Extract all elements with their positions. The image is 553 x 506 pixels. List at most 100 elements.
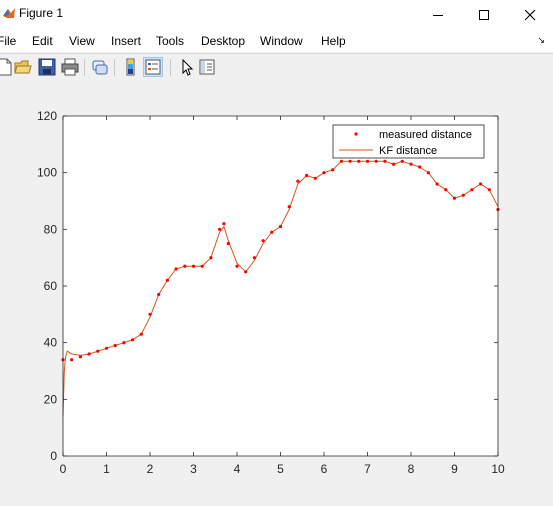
x-tick-label: 9 xyxy=(451,462,458,476)
measured-distance-point xyxy=(409,162,413,166)
link-icon[interactable] xyxy=(91,58,109,76)
measured-distance-point xyxy=(78,355,82,359)
measured-distance-point xyxy=(331,168,335,172)
measured-distance-point xyxy=(226,241,230,246)
measured-distance-point xyxy=(278,224,283,229)
open-file-icon[interactable] xyxy=(14,58,32,76)
close-button[interactable] xyxy=(507,0,553,30)
x-tick-label: 5 xyxy=(277,462,284,476)
menu-desktop[interactable]: Desktop xyxy=(201,34,245,48)
maximize-button[interactable] xyxy=(461,0,507,30)
measured-distance-point xyxy=(296,179,300,183)
measured-distance-point xyxy=(392,162,396,166)
x-tick-label: 2 xyxy=(147,462,154,476)
measured-distance-point xyxy=(252,256,256,260)
matlab-logo-icon xyxy=(3,8,15,18)
measured-distance-point xyxy=(426,171,430,175)
measured-distance-point xyxy=(139,332,143,336)
x-tick-label: 7 xyxy=(364,462,371,476)
y-tick-label: 0 xyxy=(50,449,57,463)
legend-marker-measured xyxy=(354,132,358,136)
menu-view[interactable]: View xyxy=(69,34,95,48)
measured-distance-point xyxy=(104,346,109,350)
pointer-icon[interactable] xyxy=(178,58,196,76)
measured-distance-point xyxy=(122,341,126,345)
y-tick-label: 60 xyxy=(44,279,58,293)
measured-distance-point xyxy=(479,182,483,186)
plot-area[interactable] xyxy=(63,116,498,456)
measured-distance-point xyxy=(452,196,457,200)
save-icon[interactable] xyxy=(38,58,56,76)
x-tick-label: 0 xyxy=(60,462,67,476)
menu-window[interactable]: Window xyxy=(260,34,303,48)
y-tick-label: 40 xyxy=(44,336,58,350)
measured-distance-point xyxy=(209,256,213,260)
legend-icon xyxy=(145,59,161,75)
measured-distance-point xyxy=(270,230,274,234)
x-tick-label: 1 xyxy=(103,462,110,476)
menu-tools[interactable]: Tools xyxy=(156,34,184,48)
maximize-icon xyxy=(478,9,489,20)
measured-distance-point xyxy=(200,264,204,268)
minimize-icon xyxy=(432,14,443,16)
measured-distance-point xyxy=(357,159,361,163)
measured-distance-point xyxy=(113,343,117,348)
print-icon[interactable] xyxy=(61,58,79,76)
measured-distance-point xyxy=(235,264,239,268)
measured-distance-point xyxy=(322,171,326,175)
measured-distance-point xyxy=(96,349,100,353)
menu-file[interactable]: File xyxy=(0,34,16,48)
measured-distance-point xyxy=(157,292,161,297)
property-editor-icon[interactable] xyxy=(198,58,216,76)
measured-distance-point xyxy=(444,188,448,192)
measured-distance-point xyxy=(244,270,248,274)
window-title: Figure 1 xyxy=(19,6,64,20)
new-figure-icon[interactable] xyxy=(0,58,14,76)
y-tick-label: 100 xyxy=(37,166,57,180)
x-tick-label: 6 xyxy=(321,462,328,476)
measured-distance-point xyxy=(348,159,352,163)
menu-bar: File Edit View Insert Tools Desktop Wind… xyxy=(0,30,553,52)
toolbar-separator xyxy=(114,59,115,76)
legend-button[interactable] xyxy=(143,57,163,77)
menu-insert[interactable]: Insert xyxy=(111,34,141,48)
menu-edit[interactable]: Edit xyxy=(32,34,53,48)
x-tick-label: 3 xyxy=(190,462,197,476)
measured-distance-point xyxy=(87,352,91,356)
measured-distance-point xyxy=(222,222,226,226)
minimize-button[interactable] xyxy=(415,0,461,30)
y-tick-label: 20 xyxy=(44,392,58,406)
measured-distance-point xyxy=(435,182,439,186)
toolbar-separator xyxy=(84,59,85,76)
colorbar-icon[interactable] xyxy=(122,58,140,76)
measured-distance-point xyxy=(365,159,370,163)
measured-distance-point xyxy=(374,159,378,163)
y-tick-label: 120 xyxy=(37,109,57,123)
toolbar-separator xyxy=(170,59,171,76)
x-tick-label: 10 xyxy=(491,462,505,476)
measured-distance-point xyxy=(183,264,187,268)
legend-label-kf: KF distance xyxy=(379,145,437,157)
chart[interactable]: 0 1 2 3 4 5 6 7 8 9 10020406080100120 measured dis… xyxy=(0,82,553,506)
measured-distance-point xyxy=(461,193,465,197)
x-tick-label: 8 xyxy=(408,462,415,476)
measured-distance-point xyxy=(400,159,404,163)
measured-distance-point xyxy=(191,264,196,268)
y-tick-label: 80 xyxy=(44,222,58,236)
measured-distance-point xyxy=(287,205,291,209)
measured-distance-point xyxy=(470,188,474,192)
measured-distance-point xyxy=(339,159,343,163)
measured-distance-point xyxy=(165,278,169,282)
measured-distance-point xyxy=(487,188,491,192)
dock-arrow-icon[interactable]: ↘ xyxy=(537,35,545,46)
close-icon xyxy=(524,9,535,20)
measured-distance-point xyxy=(174,267,178,271)
measured-distance-point xyxy=(383,159,387,163)
menu-help[interactable]: Help xyxy=(321,34,346,48)
figure-toolbar xyxy=(0,53,553,83)
measured-distance-point xyxy=(305,173,309,178)
figure-canvas: 0 1 2 3 4 5 6 7 8 9 10 0 20 40 60 80 100 120 measured dis… xyxy=(0,82,553,506)
x-tick-label: 4 xyxy=(234,462,241,476)
measured-distance-point xyxy=(313,176,317,180)
measured-distance-point xyxy=(418,165,422,169)
